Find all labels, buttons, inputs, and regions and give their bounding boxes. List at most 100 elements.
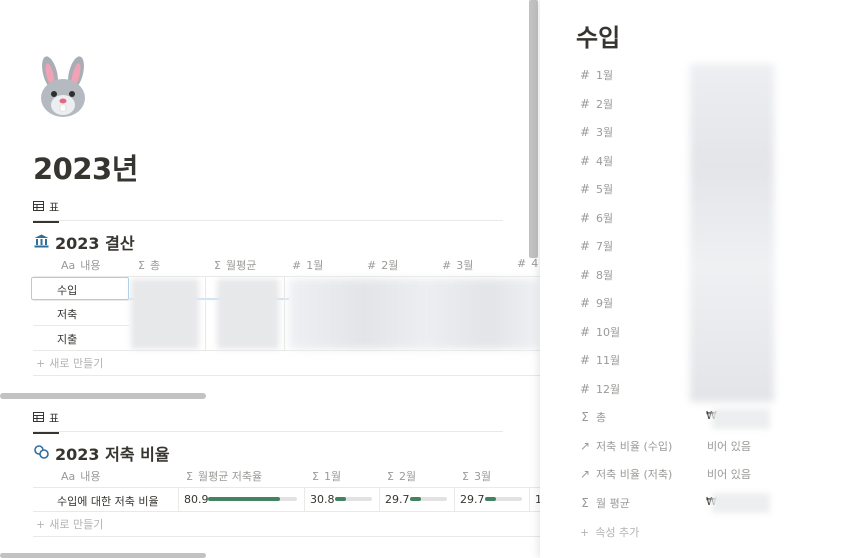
column-header-content[interactable]: Aa 내용 (61, 468, 101, 484)
divider (33, 350, 540, 351)
database-title[interactable]: 2023 저축 비율 (34, 441, 170, 465)
rabbit-face-icon[interactable] (34, 56, 92, 118)
property-type-icon: # (580, 154, 591, 168)
progress-bar (335, 497, 372, 501)
column-header-feb[interactable]: #2월 (367, 257, 398, 273)
add-property-button[interactable]: + 속성 추가 (580, 524, 639, 540)
property-label: 월 평균 (596, 497, 630, 510)
progress-bar-fill (485, 497, 496, 501)
bank-icon (34, 233, 49, 252)
redacted-values (712, 493, 770, 513)
column-header-content[interactable]: Aa 내용 (61, 257, 101, 273)
column-header-feb[interactable]: Σ 2월 (387, 468, 416, 484)
property-label: 6월 (596, 212, 614, 225)
table-icon (33, 411, 44, 425)
property-label: 2월 (596, 98, 614, 111)
property-row[interactable]: Σ 월 평균 (580, 495, 630, 511)
rate-value[interactable]: 29.7 (385, 493, 410, 506)
divider (454, 488, 455, 511)
progress-bar-fill (208, 497, 280, 501)
column-header-mar[interactable]: Σ 3월 (462, 468, 491, 484)
property-row[interactable]: #8월 (580, 267, 613, 283)
horizontal-scrollbar[interactable] (0, 393, 206, 399)
property-label: 8월 (596, 269, 614, 282)
property-label: 11월 (596, 354, 621, 367)
table-row-label[interactable]: 지출 (57, 331, 77, 347)
property-type-icon: # (580, 97, 591, 111)
table-row-label[interactable]: 수입에 대한 저축 비율 (57, 493, 159, 509)
property-row[interactable]: #7월 (580, 238, 613, 254)
property-row[interactable]: #5월 (580, 181, 613, 197)
property-row[interactable]: #4월 (580, 153, 613, 169)
table-row-label[interactable]: 수입 (57, 282, 77, 298)
property-type-icon: # (580, 125, 591, 139)
property-label: 7월 (596, 240, 614, 253)
divider (284, 277, 285, 350)
peek-title[interactable]: 수입 (576, 18, 620, 53)
column-header-apr[interactable]: #4 (517, 257, 538, 270)
column-header-mar[interactable]: #3월 (442, 257, 473, 273)
property-type-icon: # (580, 296, 591, 310)
divider (33, 325, 129, 326)
property-row[interactable]: #12월 (580, 381, 620, 397)
column-header-total[interactable]: Σ총 (138, 257, 160, 273)
property-value[interactable]: 비어 있음 (707, 466, 751, 482)
cell-selection (31, 277, 129, 300)
property-type-icon: # (580, 382, 591, 396)
property-label: 5월 (596, 183, 614, 196)
new-row-button[interactable]: + 새로 만들기 (36, 355, 103, 371)
rate-value[interactable]: 80.9 (184, 493, 209, 506)
rate-value[interactable]: 29.7 (460, 493, 485, 506)
view-tab-label: 표 (49, 412, 60, 425)
divider (33, 487, 540, 488)
property-type-icon: # (580, 182, 591, 196)
property-label: 총 (596, 411, 607, 424)
property-row[interactable]: #6월 (580, 210, 613, 226)
property-row[interactable]: #3월 (580, 124, 613, 140)
divider (33, 300, 129, 301)
table-row-label[interactable]: 저축 (57, 306, 77, 322)
property-row[interactable]: #2월 (580, 96, 613, 112)
column-header-avg-saving-rate[interactable]: Σ 월평균 저축율 (186, 468, 262, 484)
property-type-icon: Σ (581, 496, 589, 510)
divider (178, 488, 179, 511)
property-value[interactable]: 비어 있음 (707, 438, 751, 454)
column-header-monthly-avg[interactable]: Σ 월평균 (214, 257, 256, 273)
column-header-jan[interactable]: Σ 1월 (312, 468, 341, 484)
rate-value[interactable]: 30.8 (310, 493, 335, 506)
table-icon (33, 200, 44, 214)
database-title[interactable]: 2023 결산 (34, 230, 135, 254)
property-type-icon: ↗ (580, 467, 591, 481)
divider (33, 375, 540, 376)
redacted-values (690, 64, 774, 402)
property-label: 4월 (596, 155, 614, 168)
progress-bar-fill (335, 497, 347, 501)
property-label: 12월 (596, 383, 621, 396)
vertical-scrollbar[interactable] (529, 0, 538, 258)
property-label: 10월 (596, 326, 621, 339)
property-type-icon: # (580, 325, 591, 339)
divider (33, 511, 540, 512)
property-row[interactable]: ↗ 저축 비율 (수입) (580, 438, 672, 454)
property-row[interactable]: ↗ 저축 비율 (저축) (580, 466, 672, 482)
property-row[interactable]: #10월 (580, 324, 620, 340)
page-title[interactable]: 2023년 (33, 146, 138, 188)
property-type-icon: ↗ (580, 439, 591, 453)
database-title-text: 2023 결산 (55, 234, 135, 253)
divider (529, 488, 530, 511)
property-type-icon: # (580, 68, 591, 82)
property-row[interactable]: #1월 (580, 67, 613, 83)
property-row[interactable]: #9월 (580, 295, 613, 311)
property-label: 3월 (596, 126, 614, 139)
progress-bar (208, 497, 297, 501)
divider (304, 488, 305, 511)
property-row[interactable]: Σ총 (580, 409, 606, 425)
horizontal-scrollbar[interactable] (0, 553, 206, 558)
column-header-jan[interactable]: #1월 (292, 257, 323, 273)
divider (33, 220, 503, 221)
view-tab-label: 표 (49, 201, 60, 214)
new-row-button[interactable]: + 새로 만들기 (36, 516, 103, 532)
plus-icon: + (36, 356, 46, 370)
divider (33, 536, 540, 537)
property-row[interactable]: #11월 (580, 352, 620, 368)
